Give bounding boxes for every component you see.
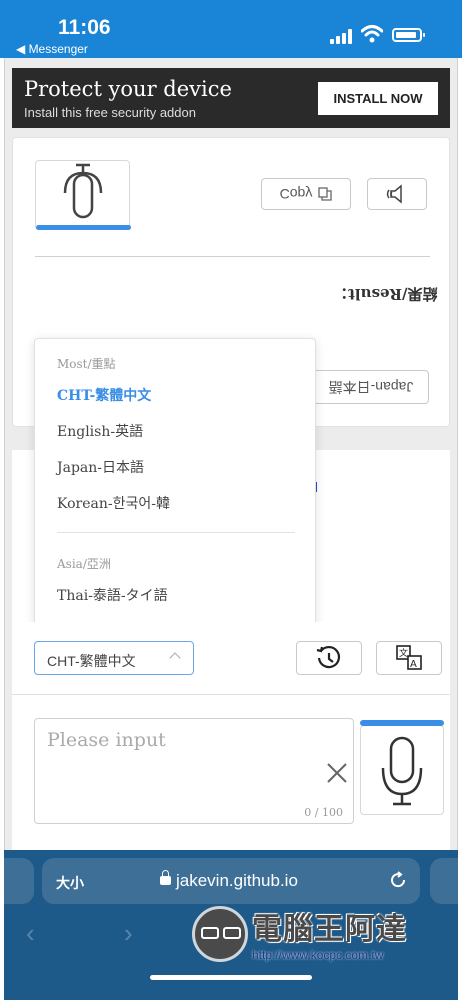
watermark-mascot bbox=[192, 906, 248, 962]
language-option-cht[interactable]: CHT-繁體中文 bbox=[57, 385, 151, 405]
mic-level-bar bbox=[36, 225, 131, 230]
source-language-select[interactable]: CHT-繁體中文 bbox=[34, 641, 194, 675]
ad-title: Protect your device bbox=[24, 77, 232, 101]
clear-icon[interactable] bbox=[324, 760, 350, 786]
home-indicator[interactable] bbox=[150, 975, 312, 980]
ad-banner[interactable]: Protect your device Install this free se… bbox=[12, 68, 450, 128]
reload-icon[interactable] bbox=[388, 870, 408, 890]
status-bar: 11:06 ◀ Messenger bbox=[0, 0, 462, 58]
install-now-button[interactable]: INSTALL NOW bbox=[318, 82, 438, 115]
back-to-app-link[interactable]: ◀ Messenger bbox=[16, 42, 88, 56]
watermark: 電腦王阿達 http://www.kocpc.com.tw bbox=[186, 898, 436, 976]
copy-label: Copy bbox=[279, 186, 313, 202]
svg-text:A: A bbox=[410, 659, 417, 670]
char-counter: 0 / 100 bbox=[304, 806, 343, 819]
chevron-up-icon bbox=[169, 652, 181, 664]
language-option-thai[interactable]: Thai-泰語-タイ語 bbox=[57, 585, 168, 605]
result-label: 結果/Result： bbox=[333, 285, 438, 303]
result-divider bbox=[35, 256, 430, 257]
language-option-korean[interactable]: Korean-한국어-韓 bbox=[57, 493, 170, 513]
result-mic-button[interactable] bbox=[35, 160, 131, 230]
cellular-signal-icon bbox=[330, 28, 354, 44]
source-language-value: CHT-繁體中文 bbox=[47, 653, 136, 669]
status-time: 11:06 bbox=[58, 16, 111, 39]
forward-arrow-icon[interactable]: › bbox=[124, 918, 133, 949]
language-dropdown: Most/重點 CHT-繁體中文 English-英語 Japan-日本語 Ko… bbox=[34, 338, 316, 638]
ad-subtitle: Install this free security addon bbox=[24, 105, 196, 120]
language-option-english[interactable]: English-英語 bbox=[57, 421, 143, 441]
voice-input-button[interactable] bbox=[360, 720, 444, 815]
translate-icon: 文 A bbox=[396, 645, 422, 670]
copy-button[interactable]: Copy bbox=[261, 178, 351, 210]
text-input[interactable]: Please input 0 / 100 bbox=[34, 718, 354, 824]
mic-icon bbox=[63, 163, 103, 219]
speaker-icon bbox=[386, 184, 402, 204]
copy-icon bbox=[318, 187, 332, 201]
group-label-asia: Asia/亞洲 bbox=[57, 557, 111, 571]
history-icon bbox=[316, 645, 341, 669]
translate-button[interactable]: 文 A bbox=[376, 641, 442, 675]
svg-text:文: 文 bbox=[399, 647, 408, 659]
previous-tab-peek[interactable] bbox=[4, 858, 34, 904]
input-divider bbox=[12, 694, 450, 695]
language-option-japan[interactable]: Japan-日本語 bbox=[57, 457, 144, 477]
battery-icon bbox=[392, 28, 425, 42]
input-placeholder: Please input bbox=[47, 729, 166, 751]
target-language-chip[interactable]: Japan-日本語 bbox=[313, 370, 429, 404]
url-text: jakevin.github.io bbox=[176, 871, 298, 890]
lock-icon bbox=[160, 870, 171, 885]
dropdown-divider bbox=[57, 532, 295, 533]
group-label-most: Most/重點 bbox=[57, 357, 116, 371]
watermark-url: http://www.kocpc.com.tw bbox=[252, 948, 384, 962]
back-arrow-icon[interactable]: ‹ bbox=[26, 918, 35, 949]
speaker-button[interactable] bbox=[367, 178, 427, 210]
text-size-button[interactable]: 大小 bbox=[56, 873, 84, 893]
watermark-title: 電腦王阿達 bbox=[252, 912, 407, 947]
history-button[interactable] bbox=[296, 641, 362, 675]
wifi-icon bbox=[361, 25, 383, 43]
microphone-icon bbox=[381, 736, 423, 806]
